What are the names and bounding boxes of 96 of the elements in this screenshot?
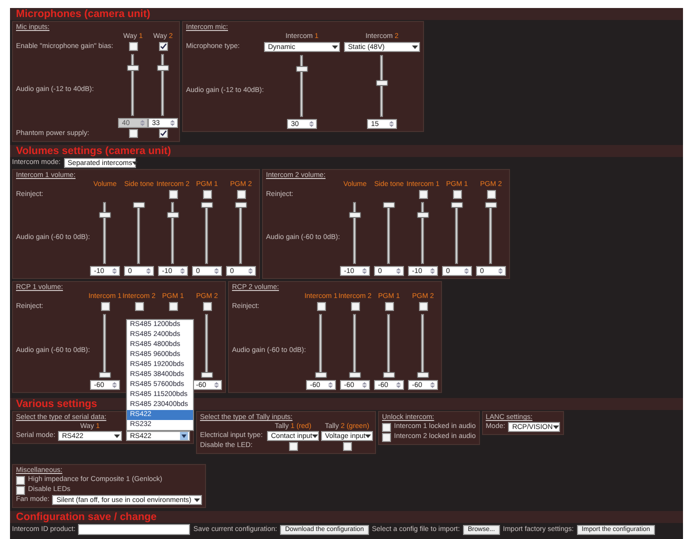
slider[interactable] [383,202,395,264]
checkbox[interactable] [342,442,352,450]
spin-icon [308,120,315,128]
checkbox[interactable] [418,190,428,199]
checkbox[interactable] [168,190,178,199]
checkbox[interactable] [202,190,212,199]
caret-icon [180,432,188,440]
spin-icon [111,267,118,275]
slider-thumb[interactable] [167,212,179,218]
checkbox[interactable] [100,302,110,311]
slider[interactable] [201,314,213,378]
checkbox[interactable] [16,486,25,494]
caret-icon [365,433,372,439]
checkbox[interactable] [350,302,360,311]
spin-icon [388,120,395,128]
checkbox[interactable] [382,432,391,442]
slider[interactable] [417,202,429,264]
checkbox[interactable] [236,190,246,199]
slider[interactable] [376,55,388,117]
slider[interactable] [167,202,179,264]
caret-icon [412,44,418,50]
slider-thumb[interactable] [99,212,111,218]
caret-icon [312,433,318,439]
spin-icon [429,381,436,389]
slider[interactable] [201,202,213,264]
slider[interactable] [157,54,169,116]
section-title: Microphones (camera unit) [10,8,683,20]
input-field[interactable] [78,524,190,535]
slider-thumb[interactable] [376,80,388,86]
checkbox[interactable] [168,302,178,311]
slider-thumb[interactable] [417,372,429,378]
spin-icon [395,267,402,275]
spin-icon [111,381,118,389]
slider[interactable] [417,314,429,378]
slider[interactable] [99,314,111,378]
slider-thumb[interactable] [485,202,497,208]
slider[interactable] [315,314,327,378]
caret-icon [194,497,200,503]
section-title: Configuration save / change [10,511,683,523]
checkbox[interactable] [158,129,168,138]
caret-icon [114,433,120,439]
slider[interactable] [296,55,308,117]
slider[interactable] [127,54,139,116]
caret-icon [332,44,338,50]
spin-icon [463,267,470,275]
slider[interactable] [349,202,361,264]
section-title: Volumes settings (camera unit) [10,145,683,157]
spin-icon [395,381,402,389]
checkbox[interactable] [288,442,298,450]
spin-icon [213,381,220,389]
slider-thumb[interactable] [349,372,361,378]
checkbox[interactable] [486,190,496,199]
slider[interactable] [485,202,497,264]
spin-icon [169,119,176,127]
spin-icon [497,267,504,275]
checkbox[interactable] [158,42,168,51]
checkbox[interactable] [134,302,144,311]
slider-thumb[interactable] [315,372,327,378]
slider[interactable] [133,202,145,264]
checkbox[interactable] [202,302,212,311]
spin-icon [247,267,254,275]
slider[interactable] [349,314,361,378]
caret-icon [132,160,138,166]
spin-icon [429,267,436,275]
slider-thumb[interactable] [99,372,111,378]
slider-thumb[interactable] [235,202,247,208]
checkbox[interactable] [384,302,394,311]
slider[interactable] [451,202,463,264]
slider[interactable] [99,202,111,264]
slider-thumb[interactable] [451,202,463,208]
caret-icon [552,424,559,430]
checkbox[interactable] [452,190,462,199]
checkbox[interactable] [418,302,428,311]
slider-thumb[interactable] [133,202,145,208]
spin-icon [145,267,152,275]
slider-thumb[interactable] [383,372,395,378]
slider[interactable] [383,314,395,378]
checkbox[interactable] [16,476,25,484]
checkbox[interactable] [128,129,138,138]
slider-thumb[interactable] [296,66,308,72]
spin-icon [361,267,368,275]
spin-icon [139,119,146,127]
spin-icon [327,381,334,389]
slider-thumb[interactable] [201,202,213,208]
spin-icon [213,267,220,275]
slider-thumb[interactable] [349,212,361,218]
slider-thumb[interactable] [383,202,395,208]
slider-thumb[interactable] [201,372,213,378]
slider[interactable] [235,202,247,264]
spin-icon [361,381,368,389]
checkbox[interactable] [316,302,326,311]
spin-icon [179,267,186,275]
slider-thumb[interactable] [417,212,429,218]
slider-thumb[interactable] [157,65,169,72]
checkbox[interactable] [128,42,138,51]
checkbox[interactable] [382,422,391,432]
